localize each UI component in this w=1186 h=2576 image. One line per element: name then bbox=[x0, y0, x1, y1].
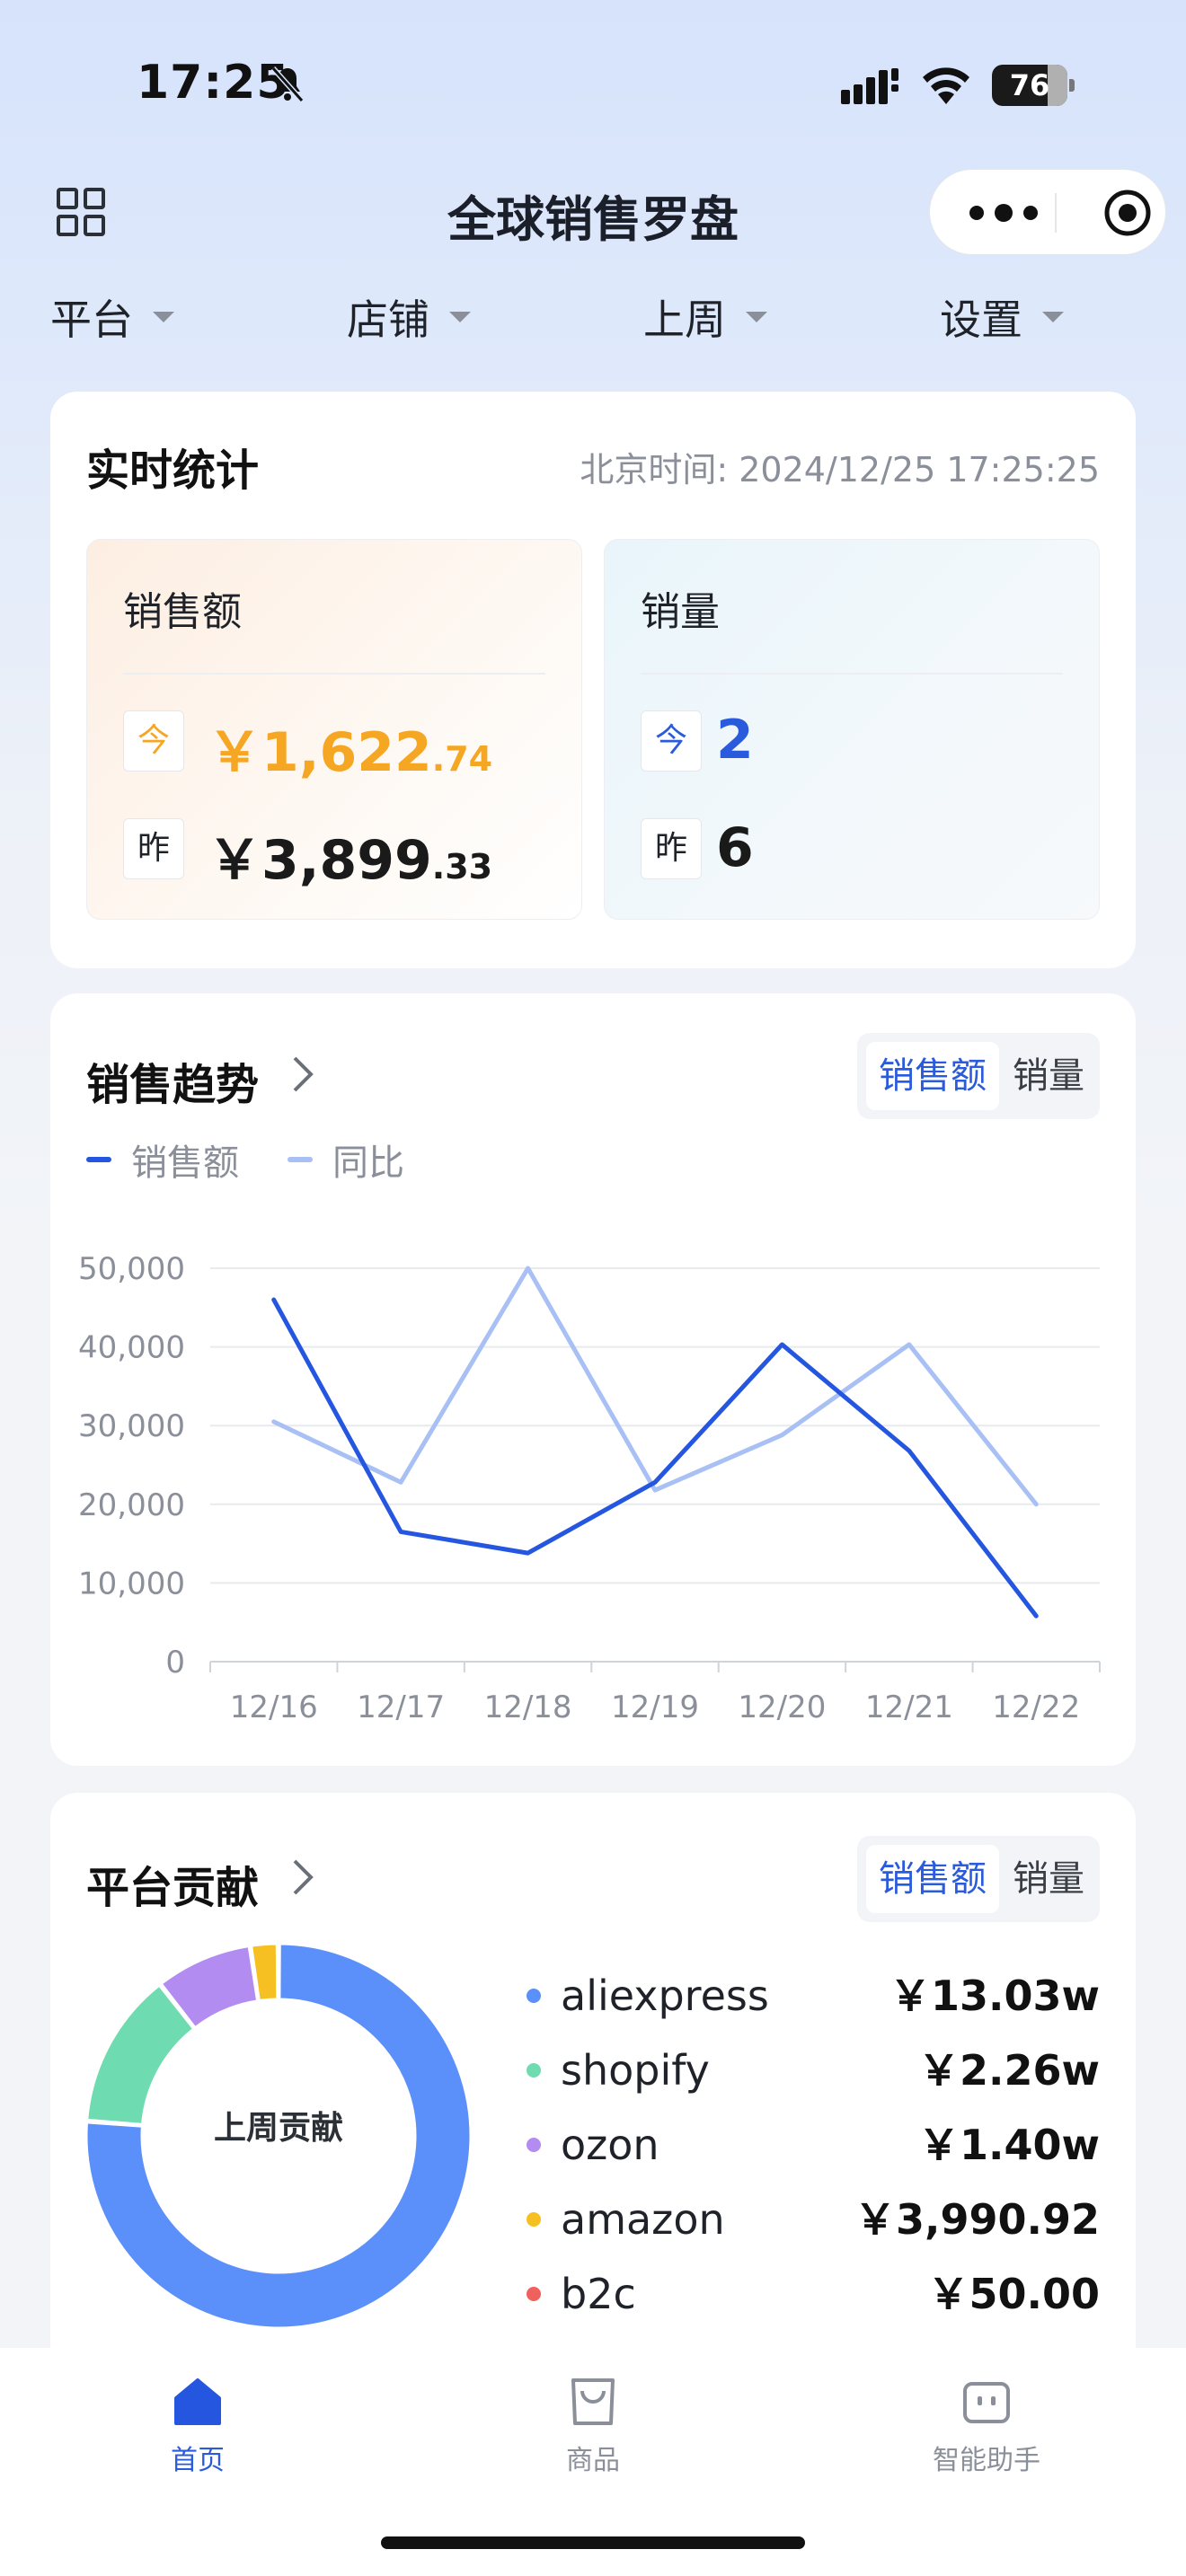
list-item[interactable]: shopify ￥2.26w bbox=[527, 2043, 1100, 2118]
toggle-sales-amount[interactable]: 销售额 bbox=[866, 1845, 999, 1913]
shopping-bag-icon bbox=[571, 2378, 615, 2425]
platform-name: aliexpress bbox=[561, 1972, 769, 2020]
miniprogram-capsule bbox=[929, 169, 1166, 255]
beijing-timestamp: 北京时间: 2024/12/25 17:25:25 bbox=[580, 450, 1100, 490]
filter-store[interactable]: 店铺 bbox=[347, 286, 471, 348]
robot-icon bbox=[963, 2382, 1010, 2423]
yesterday-tag: 昨 bbox=[641, 818, 702, 879]
battery-indicator: 76 bbox=[992, 65, 1075, 106]
toggle-sales-volume[interactable]: 销量 bbox=[1006, 1845, 1091, 1913]
chevron-right-icon bbox=[293, 1859, 314, 1895]
y-tick-label: 50,000 bbox=[78, 1251, 185, 1287]
caret-down-icon bbox=[1042, 312, 1064, 322]
platform-contribution-card: 平台贡献 销售额 销量 上周贡献 aliexpress ￥13.03w shop… bbox=[50, 1793, 1136, 2386]
legend-dot bbox=[527, 2287, 541, 2301]
x-tick-label: 12/16 bbox=[230, 1689, 318, 1725]
platform-value: ￥13.03w bbox=[890, 1972, 1100, 2020]
today-tag: 今 bbox=[123, 710, 184, 772]
sales-volume-label: 销量 bbox=[641, 589, 720, 635]
tab-assistant[interactable]: 智能助手 bbox=[897, 2375, 1076, 2477]
realtime-stats-card: 实时统计 北京时间: 2024/12/25 17:25:25 销售额 今 ￥1,… bbox=[50, 392, 1136, 968]
divider bbox=[641, 673, 1063, 675]
caret-down-icon bbox=[153, 312, 174, 322]
y-tick-label: 40,000 bbox=[78, 1330, 185, 1366]
volume-today-value: 2 bbox=[716, 709, 754, 772]
tab-products[interactable]: 商品 bbox=[503, 2375, 683, 2477]
wifi-icon bbox=[923, 67, 969, 104]
sales-amount-label: 销售额 bbox=[123, 589, 242, 635]
sales-trend-chart: 0 10,000 20,000 30,000 40,000 50,000 12/16 12/1… bbox=[78, 1251, 1101, 1725]
legend-dot bbox=[527, 1989, 541, 2003]
realtime-title: 实时统计 bbox=[86, 446, 260, 496]
tab-label: 首页 bbox=[171, 2445, 225, 2476]
filter-platform[interactable]: 平台 bbox=[50, 286, 174, 348]
caret-down-icon bbox=[449, 312, 471, 322]
more-icon[interactable] bbox=[964, 202, 1043, 224]
y-tick-label: 20,000 bbox=[78, 1487, 185, 1523]
status-time: 17:25 bbox=[137, 56, 290, 110]
platform-value: ￥50.00 bbox=[927, 2270, 1100, 2318]
list-item[interactable]: ozon ￥1.40w bbox=[527, 2118, 1100, 2192]
today-tag: 今 bbox=[641, 710, 702, 772]
caret-down-icon bbox=[746, 312, 767, 322]
legend-dot bbox=[527, 2212, 541, 2227]
filter-label: 平台 bbox=[50, 296, 133, 344]
platform-metric-toggle: 销售额 销量 bbox=[857, 1836, 1100, 1922]
sales-today-value: ￥1,622.74 bbox=[208, 721, 493, 784]
y-tick-label: 10,000 bbox=[78, 1566, 185, 1601]
battery-level: 76 bbox=[1009, 68, 1050, 102]
tab-home[interactable]: 首页 bbox=[108, 2375, 288, 2477]
platform-value: ￥2.26w bbox=[918, 2046, 1100, 2095]
divider bbox=[123, 673, 545, 675]
tab-label: 智能助手 bbox=[933, 2445, 1040, 2476]
yesterday-tag: 昨 bbox=[123, 818, 184, 879]
filter-label: 店铺 bbox=[347, 296, 429, 344]
close-miniprogram-icon[interactable] bbox=[1102, 188, 1153, 238]
x-tick-label: 12/17 bbox=[357, 1689, 445, 1725]
platform-value: ￥3,990.92 bbox=[854, 2195, 1100, 2244]
cellular-signal-icon bbox=[841, 68, 898, 104]
x-tick-label: 12/20 bbox=[738, 1689, 826, 1725]
sales-volume-box: 销量 今 2 昨 6 bbox=[604, 539, 1100, 920]
filter-label: 上周 bbox=[643, 296, 726, 344]
platform-name: b2c bbox=[561, 2270, 636, 2318]
platform-value: ￥1.40w bbox=[918, 2121, 1100, 2169]
status-bar: 17:25 76 bbox=[0, 0, 1186, 171]
x-tick-label: 12/18 bbox=[484, 1689, 572, 1725]
platform-name: shopify bbox=[561, 2046, 710, 2095]
sales-trend-card: 销售趋势 销售额 销量 销售额 同比 0 10,000 20,000 30,000 40… bbox=[50, 993, 1136, 1766]
capsule-divider bbox=[1055, 193, 1057, 233]
list-item[interactable]: amazon ￥3,990.92 bbox=[527, 2192, 1100, 2267]
filter-period[interactable]: 上周 bbox=[643, 286, 767, 348]
y-tick-label: 30,000 bbox=[78, 1408, 185, 1444]
legend-dot bbox=[527, 2138, 541, 2152]
donut-center-label: 上周贡献 bbox=[213, 2110, 343, 2147]
sales-yesterday-value: ￥3,899.33 bbox=[208, 829, 493, 892]
legend-dot bbox=[527, 2063, 541, 2078]
platform-list: aliexpress ￥13.03w shopify ￥2.26w ozon ￥… bbox=[527, 1969, 1100, 2342]
list-item[interactable]: aliexpress ￥13.03w bbox=[527, 1969, 1100, 2043]
home-indicator bbox=[381, 2536, 805, 2549]
y-tick-label: 0 bbox=[165, 1645, 185, 1681]
x-tick-label: 12/22 bbox=[992, 1689, 1080, 1725]
filter-label: 设置 bbox=[940, 296, 1022, 344]
filter-settings[interactable]: 设置 bbox=[940, 286, 1064, 348]
filter-bar: 平台 店铺 上周 设置 bbox=[0, 286, 1186, 348]
x-tick-label: 12/21 bbox=[865, 1689, 953, 1725]
platform-name: amazon bbox=[561, 2195, 725, 2244]
home-icon bbox=[174, 2378, 221, 2425]
platform-name: ozon bbox=[561, 2121, 659, 2169]
x-tick-label: 12/19 bbox=[611, 1689, 699, 1725]
sales-amount-box: 销售额 今 ￥1,622.74 昨 ￥3,899.33 bbox=[86, 539, 582, 920]
tab-label: 商品 bbox=[566, 2445, 620, 2476]
bell-muted-icon bbox=[270, 66, 305, 102]
list-item[interactable]: b2c ￥50.00 bbox=[527, 2267, 1100, 2342]
volume-yesterday-value: 6 bbox=[716, 816, 754, 879]
platform-title: 平台贡献 bbox=[86, 1863, 260, 1913]
